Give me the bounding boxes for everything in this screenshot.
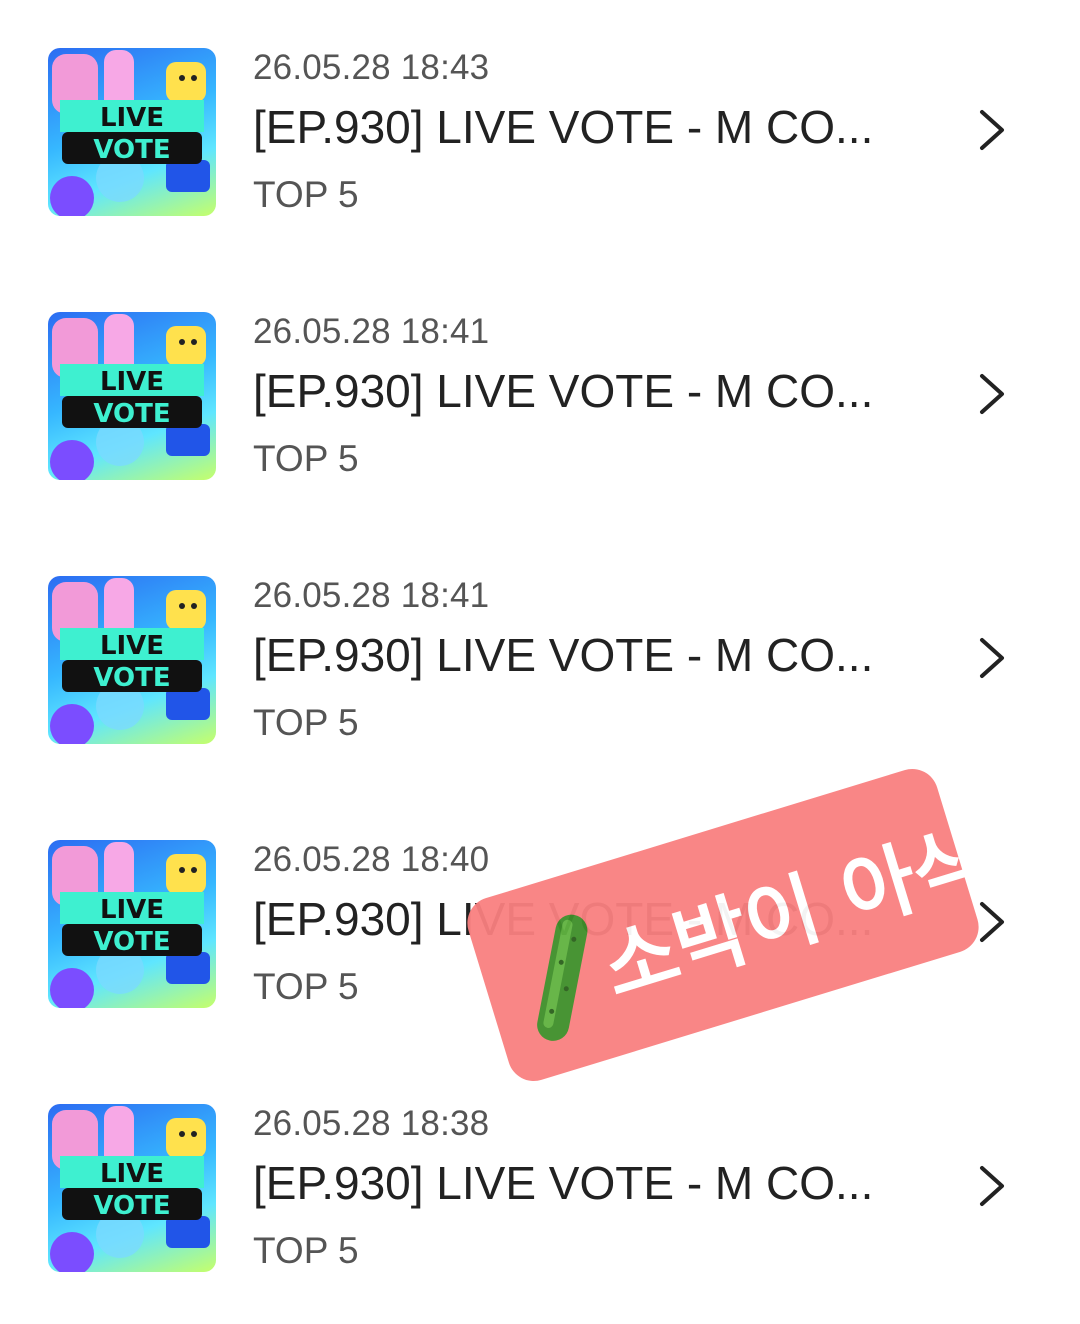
item-subtitle: TOP 5 xyxy=(253,174,359,215)
svg-text:LIVE: LIVE xyxy=(100,103,164,133)
item-title: [EP.930] LIVE VOTE - M CO... xyxy=(253,1157,874,1209)
item-subtitle: TOP 5 xyxy=(253,702,359,743)
item-date: 26.05.28 18:40 xyxy=(253,840,490,879)
live-vote-thumbnail: LIVE VOTE xyxy=(48,1104,216,1272)
chevron-right-icon xyxy=(980,1166,1004,1206)
item-date: 26.05.28 18:41 xyxy=(253,576,490,615)
svg-text:LIVE: LIVE xyxy=(100,895,164,925)
item-date: 26.05.28 18:38 xyxy=(253,1104,490,1143)
list-item[interactable]: LIVE VOTE 26.05.28 18:43 [EP.930] LIVE V… xyxy=(0,48,1080,268)
item-subtitle: TOP 5 xyxy=(253,966,359,1007)
item-date: 26.05.28 18:41 xyxy=(253,312,490,351)
item-subtitle: TOP 5 xyxy=(253,438,359,479)
list-item[interactable]: LIVE VOTE 26.05.28 18:41 [EP.930] LIVE V… xyxy=(0,576,1080,796)
live-vote-thumbnail: LIVE VOTE xyxy=(48,840,216,1008)
svg-text:VOTE: VOTE xyxy=(93,927,170,957)
live-vote-thumbnail: LIVE VOTE xyxy=(48,48,216,216)
item-date: 26.05.28 18:43 xyxy=(253,48,490,87)
live-vote-thumbnail: LIVE VOTE xyxy=(48,312,216,480)
svg-text:LIVE: LIVE xyxy=(100,367,164,397)
list-item[interactable]: LIVE VOTE 26.05.28 18:41 [EP.930] LIVE V… xyxy=(0,312,1080,532)
item-title: [EP.930] LIVE VOTE - M CO... xyxy=(253,101,874,153)
live-vote-thumbnail: LIVE VOTE xyxy=(48,576,216,744)
chevron-right-icon xyxy=(980,374,1004,414)
svg-text:VOTE: VOTE xyxy=(93,663,170,693)
svg-text:VOTE: VOTE xyxy=(93,135,170,165)
svg-text:LIVE: LIVE xyxy=(100,631,164,661)
svg-text:VOTE: VOTE xyxy=(93,1191,170,1221)
item-subtitle: TOP 5 xyxy=(253,1230,359,1271)
item-title: [EP.930] LIVE VOTE - M CO... xyxy=(253,365,874,417)
list-item[interactable]: LIVE VOTE 26.05.28 18:38 [EP.930] LIVE V… xyxy=(0,1104,1080,1324)
chevron-right-icon xyxy=(980,110,1004,150)
item-title: [EP.930] LIVE VOTE - M CO... xyxy=(253,629,874,681)
chevron-right-icon xyxy=(980,638,1004,678)
svg-text:LIVE: LIVE xyxy=(100,1159,164,1189)
svg-text:VOTE: VOTE xyxy=(93,399,170,429)
